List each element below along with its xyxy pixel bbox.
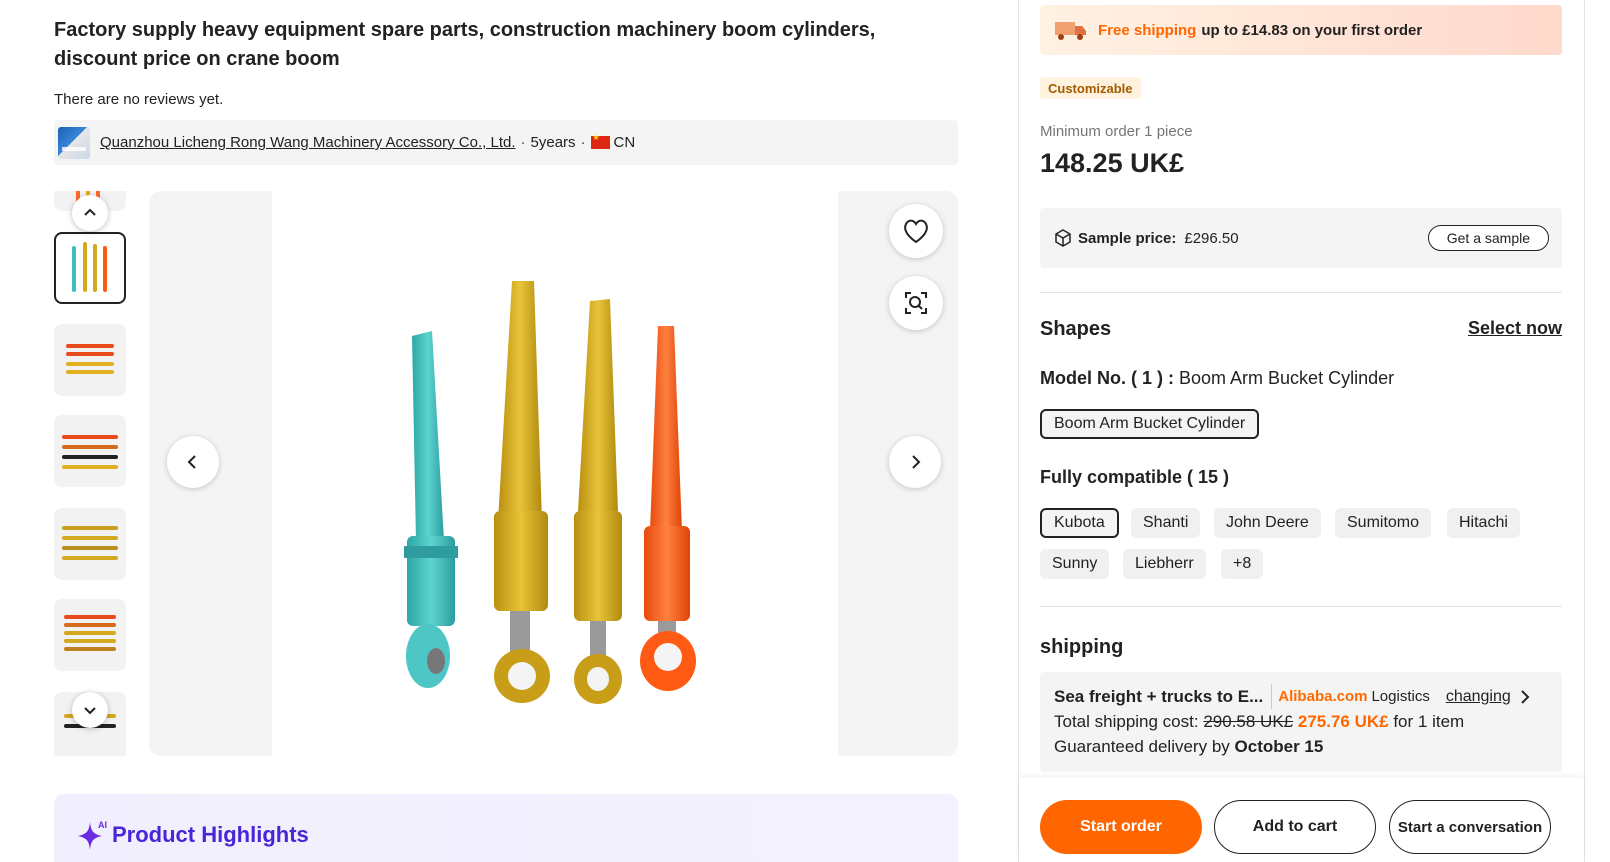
- product-image[interactable]: [272, 191, 838, 756]
- new-shipping-cost: 275.76 UK£: [1297, 712, 1389, 731]
- alibaba-logistics-logo: Alibaba.com: [1271, 684, 1367, 709]
- compat-more-chip[interactable]: +8: [1221, 549, 1264, 579]
- sample-price-box: Sample price: £296.50 Get a sample: [1040, 208, 1562, 268]
- favorite-button[interactable]: [889, 204, 943, 258]
- shapes-title: Shapes: [1040, 318, 1112, 340]
- chevron-up-icon: [84, 208, 96, 216]
- supplier-bar: Quanzhou Licheng Rong Wang Machinery Acc…: [54, 120, 958, 165]
- minimum-order: Minimum order 1 piece: [1040, 123, 1193, 140]
- compat-chip[interactable]: Shanti: [1131, 508, 1201, 538]
- shipping-title: shipping: [1040, 636, 1124, 658]
- logistics-label: Logistics: [1371, 688, 1430, 705]
- reviews-text: There are no reviews yet.: [54, 91, 224, 108]
- separator: ·: [580, 134, 586, 151]
- free-shipping-text: up to £14.83 on your first order: [1201, 21, 1423, 39]
- truck-icon: [1055, 22, 1086, 40]
- thumbnail-active[interactable]: [54, 232, 126, 304]
- supplier-logo[interactable]: [58, 126, 90, 159]
- model-value: Boom Arm Bucket Cylinder: [1179, 368, 1395, 388]
- compat-chip[interactable]: John Deere: [1214, 508, 1321, 538]
- divider: [1040, 606, 1562, 607]
- thumbnail-up-button[interactable]: [72, 195, 108, 231]
- price: 148.25 UK£: [1040, 148, 1185, 178]
- chevron-left-icon: [187, 455, 196, 469]
- compat-chip[interactable]: Hitachi: [1447, 508, 1520, 538]
- select-now-link[interactable]: Select now: [1468, 318, 1562, 339]
- thumbnail[interactable]: [54, 508, 126, 580]
- delivery-label: Guaranteed delivery by: [1054, 737, 1230, 756]
- previous-image-button[interactable]: [167, 436, 219, 488]
- hydraulic-cylinders-image: [404, 281, 696, 704]
- sparkle-icon: AI: [78, 820, 107, 850]
- thumbnail[interactable]: [54, 324, 126, 396]
- shipping-card: Sea freight + trucks to E... Alibaba.com…: [1040, 672, 1562, 772]
- free-shipping-banner: Free shipping up to £14.83 on your first…: [1040, 5, 1562, 55]
- sample-price-label: Sample price:: [1078, 229, 1177, 247]
- product-title: Factory supply heavy equipment spare par…: [54, 19, 876, 70]
- product-main: Factory supply heavy equipment spare par…: [54, 0, 958, 862]
- china-flag-icon: [590, 133, 610, 149]
- thumbnail[interactable]: [54, 415, 126, 487]
- main-image-gallery: [149, 191, 958, 756]
- start-conversation-button[interactable]: Start a conversation: [1389, 800, 1551, 854]
- compat-chip[interactable]: Liebherr: [1123, 549, 1206, 579]
- start-order-button[interactable]: Start order: [1040, 800, 1202, 854]
- thumbnail-strip: [54, 191, 126, 756]
- heart-icon: [904, 219, 928, 244]
- get-sample-button[interactable]: Get a sample: [1427, 225, 1549, 251]
- free-shipping-label: Free shipping: [1098, 21, 1197, 39]
- supplier-country: CN: [613, 134, 636, 151]
- chevron-right-small-icon[interactable]: [1519, 689, 1531, 705]
- ai-tag: AI: [98, 820, 107, 830]
- model-number-line: Model No. ( 1 ) : Boom Arm Bucket Cylind…: [1040, 368, 1394, 389]
- column-divider: [1584, 0, 1585, 862]
- supplier-name-link[interactable]: Quanzhou Licheng Rong Wang Machinery Acc…: [100, 134, 516, 151]
- purchase-panel: Free shipping up to £14.83 on your first…: [1040, 0, 1562, 862]
- old-shipping-cost: 290.58 UK£: [1203, 712, 1294, 731]
- shipping-cost-suffix: for 1 item: [1393, 712, 1465, 731]
- change-shipping-link[interactable]: changing: [1446, 684, 1511, 709]
- sample-price-value: £296.50: [1184, 229, 1239, 247]
- compat-chip[interactable]: Sunny: [1040, 549, 1110, 579]
- product-highlights-section: AI Product Highlights: [54, 794, 958, 862]
- highlights-title: Product Highlights: [112, 822, 309, 847]
- image-search-button[interactable]: [889, 276, 943, 330]
- chevron-down-icon: [84, 707, 96, 715]
- model-label: Model No. ( 1 ) :: [1040, 368, 1174, 388]
- image-search-icon: [905, 292, 927, 314]
- cube-icon: [1055, 229, 1071, 247]
- compat-chip[interactable]: Sumitomo: [1335, 508, 1432, 538]
- thumbnail[interactable]: [54, 599, 126, 671]
- customizable-badge: Customizable: [1040, 77, 1141, 99]
- model-chip[interactable]: Boom Arm Bucket Cylinder: [1040, 409, 1260, 439]
- delivery-date: October 15: [1234, 737, 1324, 756]
- chevron-right-icon: [912, 455, 921, 469]
- add-to-cart-button[interactable]: Add to cart: [1214, 800, 1376, 854]
- shipping-method: Sea freight + trucks to E...: [1054, 687, 1264, 706]
- column-divider: [1018, 0, 1019, 862]
- compatible-title: Fully compatible ( 15 ): [1040, 467, 1230, 487]
- action-bar: Start order Add to cart Start a conversa…: [1019, 778, 1584, 862]
- supplier-years: 5years: [530, 134, 576, 151]
- thumbnail-down-button[interactable]: [72, 692, 108, 728]
- divider: [1040, 292, 1562, 293]
- compat-chip[interactable]: Kubota: [1040, 508, 1119, 538]
- separator: ·: [520, 134, 526, 151]
- shipping-cost-label: Total shipping cost:: [1054, 712, 1199, 731]
- next-image-button[interactable]: [889, 436, 941, 488]
